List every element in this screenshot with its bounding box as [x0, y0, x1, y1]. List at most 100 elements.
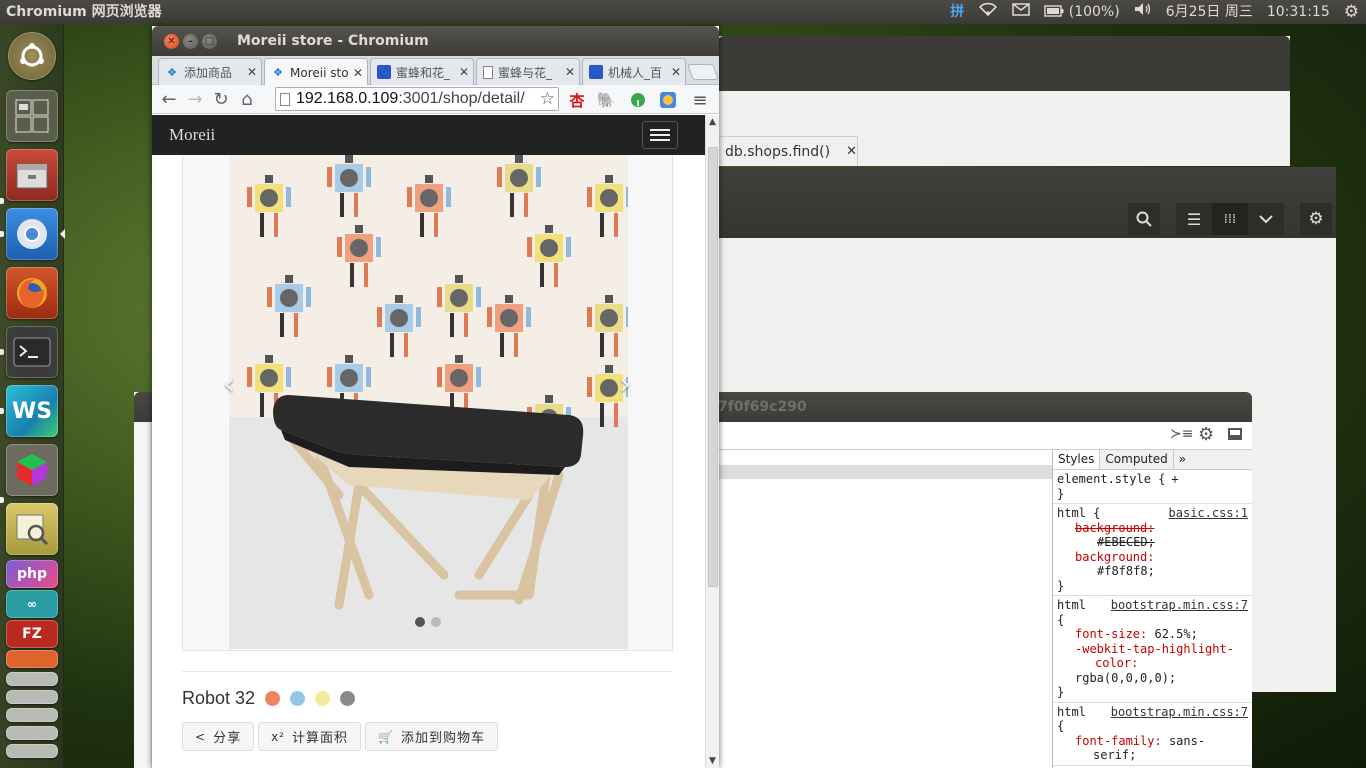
clock-time[interactable]: 10:31:15 [1267, 0, 1330, 24]
carousel-dot[interactable] [431, 617, 441, 627]
scrollbar-thumb[interactable] [708, 147, 718, 587]
browser-tab[interactable]: 🐾 机械人_百 ✕ [582, 58, 686, 85]
grid-view-button[interactable]: ⁞⁞⁞ [1212, 203, 1248, 235]
more-tabs-icon[interactable]: » [1174, 450, 1191, 469]
css-property-value: sans- [1168, 733, 1206, 748]
clock-date[interactable]: 6月25日 周三 [1166, 0, 1253, 24]
css-value[interactable]: #EBECED; [1057, 535, 1248, 550]
maximize-window-button[interactable]: □ [202, 33, 217, 49]
css-property[interactable]: color: [1057, 656, 1248, 671]
navbar-toggle-button[interactable] [642, 121, 678, 149]
browser-tab[interactable]: ❖ 添加商品 ✕ [158, 58, 262, 85]
dash-home-icon[interactable] [8, 32, 56, 80]
query-tab[interactable]: db.shops.find() ✕ [718, 136, 858, 166]
browser-tab[interactable]: 蜜蜂与花_ ✕ [476, 58, 580, 85]
phpstorm-icon[interactable]: php [6, 560, 58, 588]
css-value[interactable]: serif; [1057, 748, 1248, 763]
browser-tab[interactable]: 🐾 蜜蜂和花_ ✕ [370, 58, 474, 85]
color-swatch[interactable] [315, 691, 331, 706]
extension-elephant-icon[interactable]: 🐘 [595, 89, 617, 111]
stacked-app-icon[interactable] [6, 744, 58, 758]
close-window-button[interactable]: ✕ [164, 33, 179, 49]
css-property[interactable]: background: [1057, 550, 1248, 565]
address-bar[interactable]: 192.168.0.109:3001/shop/detail/ ☆ [275, 87, 559, 111]
browser-tab-active[interactable]: ❖ Moreii sto ✕ [264, 58, 368, 86]
stacked-app-icon[interactable] [6, 726, 58, 740]
css-source-link[interactable]: bootstrap.min.css:7 [1111, 598, 1248, 613]
terminal-icon[interactable] [6, 326, 58, 378]
filezilla-icon[interactable]: FZ [6, 620, 58, 648]
settings-gear-icon[interactable]: ⚙ [1344, 0, 1359, 24]
mail-icon[interactable] [1012, 0, 1031, 24]
firefox-icon[interactable] [6, 267, 58, 319]
bookmark-star-icon[interactable]: ☆ [540, 89, 555, 109]
stacked-app-icon[interactable] [6, 690, 58, 704]
battery-indicator[interactable]: (100%) [1044, 0, 1120, 24]
add-rule-icon[interactable]: + [1171, 472, 1178, 486]
close-icon[interactable]: ✕ [247, 65, 261, 79]
view-options-button[interactable] [1248, 203, 1284, 235]
stacked-app-icon[interactable] [6, 650, 58, 668]
carousel-next-icon[interactable]: › [619, 367, 631, 402]
dock-icon[interactable] [1228, 428, 1242, 440]
site-brand[interactable]: Moreii [169, 125, 215, 145]
home-icon[interactable]: ⌂ [234, 86, 260, 112]
scroll-down-arrow-icon[interactable]: ▼ [709, 756, 716, 766]
carousel-prev-icon[interactable]: ‹ [223, 367, 235, 402]
dom-selected-row[interactable] [718, 465, 1052, 479]
css-property[interactable]: font-size: 62.5%; [1057, 627, 1248, 642]
list-view-button[interactable]: ☰ [1176, 203, 1212, 235]
close-icon[interactable]: ✕ [459, 65, 473, 79]
calculate-area-button[interactable]: x² 计算面积 [258, 722, 362, 751]
files-icon[interactable] [6, 149, 58, 201]
extension-leaf-icon[interactable] [627, 89, 649, 111]
share-button[interactable]: < 分享 [182, 722, 255, 751]
forward-arrow-icon[interactable]: → [182, 86, 208, 112]
minimize-window-button[interactable]: – [183, 33, 198, 49]
back-arrow-icon[interactable]: ← [156, 86, 182, 112]
close-icon[interactable]: ✕ [846, 144, 857, 159]
css-property[interactable]: font-family: sans- [1057, 734, 1248, 749]
reload-icon[interactable]: ↻ [208, 86, 234, 112]
stacked-app-icon[interactable] [6, 708, 58, 722]
extension-apricot-icon[interactable]: 杏 [566, 89, 588, 111]
css-property[interactable]: background: [1057, 521, 1248, 536]
css-source-link[interactable]: basic.css:1 [1169, 506, 1248, 521]
menu-icon[interactable]: ≡ [689, 89, 711, 111]
color-swatch[interactable] [290, 691, 306, 706]
color-swatch[interactable] [340, 691, 356, 706]
css-property[interactable]: -webkit-tap-highlight- [1057, 642, 1248, 657]
new-tab-button[interactable] [687, 64, 719, 80]
color-swatch[interactable] [265, 691, 281, 706]
add-to-cart-button[interactable]: 🛒 添加到购物车 [365, 722, 498, 751]
css-source-link[interactable]: bootstrap.min.css:7 [1111, 705, 1248, 720]
volume-icon[interactable] [1134, 0, 1152, 24]
close-icon[interactable]: ✕ [671, 65, 685, 79]
gear-icon[interactable]: ⚙ [1198, 424, 1214, 445]
close-icon[interactable]: ✕ [565, 65, 579, 79]
webstorm-icon[interactable]: WS [6, 385, 58, 437]
close-icon[interactable]: ✕ [353, 66, 367, 80]
tab-styles[interactable]: Styles [1053, 450, 1101, 469]
console-toggle-icon[interactable]: ≻≡ [1170, 426, 1193, 442]
carousel-dot-active[interactable] [415, 617, 425, 627]
extension-translate-icon[interactable] [657, 89, 679, 111]
blue-diamond-icon: ❖ [167, 65, 177, 79]
tab-label: 添加商品 [184, 65, 233, 80]
wifi-icon[interactable] [978, 0, 998, 24]
scroll-up-arrow-icon[interactable]: ▲ [709, 117, 716, 127]
image-viewer-icon[interactable] [6, 503, 58, 555]
css-value[interactable]: rgba(0,0,0,0); [1057, 671, 1248, 686]
workspace-switcher-icon[interactable] [6, 90, 58, 142]
page-scrollbar[interactable]: ▲ ▼ [705, 115, 719, 768]
input-method-indicator[interactable]: 拼 [950, 0, 964, 24]
devtools-left-gutter [134, 422, 152, 768]
css-value[interactable]: #f8f8f8; [1057, 564, 1248, 579]
settings-button[interactable]: ⚙ [1300, 203, 1332, 235]
arduino-icon[interactable]: ∞ [6, 590, 58, 618]
search-button[interactable] [1128, 203, 1160, 235]
tab-computed[interactable]: Computed [1100, 450, 1174, 469]
chromium-icon[interactable] [6, 208, 58, 260]
stacked-app-icon[interactable] [6, 672, 58, 686]
rgb-cube-icon[interactable] [6, 444, 58, 496]
